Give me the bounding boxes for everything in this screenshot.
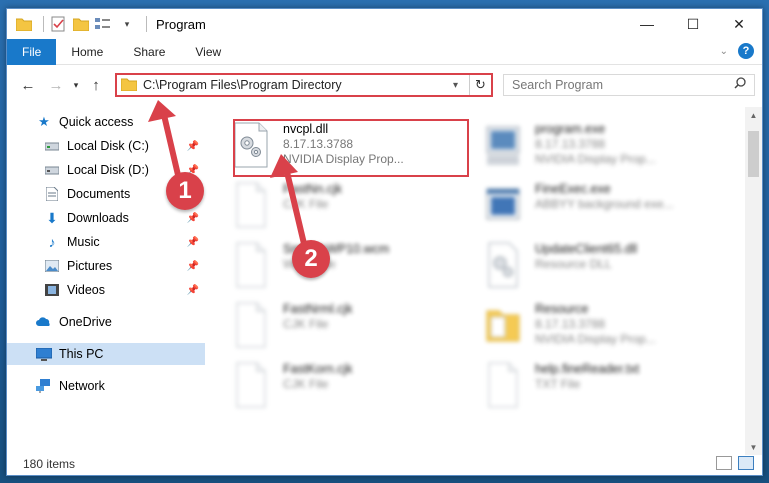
callout-arrows xyxy=(148,100,308,251)
callout-badge-1: 1 xyxy=(166,172,204,210)
callout-badge-2: 2 xyxy=(292,240,330,278)
